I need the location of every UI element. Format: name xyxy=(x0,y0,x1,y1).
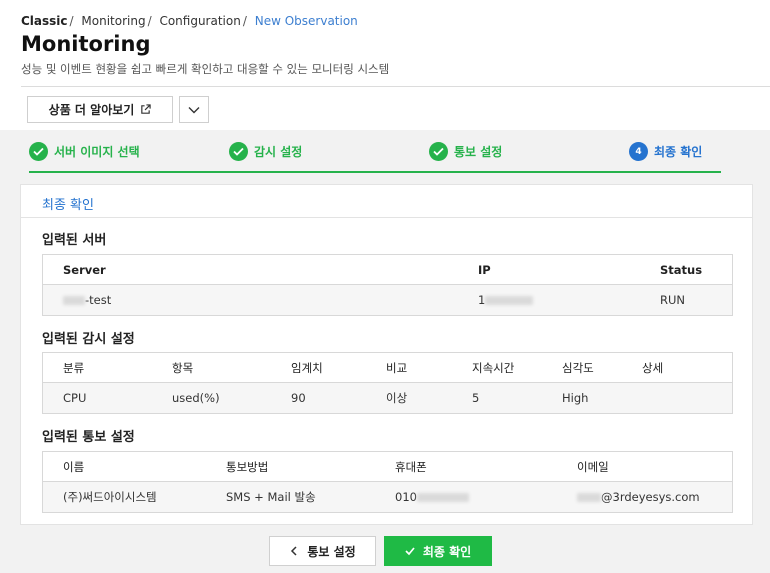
column-header: 분류 xyxy=(63,361,85,375)
redacted-text xyxy=(577,493,601,502)
column-header: 임계치 xyxy=(291,361,323,375)
table-header: Server IP Status xyxy=(43,255,732,285)
column-header: 상세 xyxy=(642,361,664,375)
breadcrumb: Classic / Monitoring / Configuration / New … xyxy=(21,14,358,28)
notify-table: 이름 통보방법 휴대폰 이메일 (주)써드아이시스템 SMS + Mail 발송… xyxy=(42,451,733,513)
method-cell: SMS + Mail 발송 xyxy=(226,490,316,504)
notify-section-title: 입력된 통보 설정 xyxy=(42,430,135,445)
severity-cell: High xyxy=(562,391,589,405)
check-icon xyxy=(229,142,248,161)
phone-cell: 010 xyxy=(395,482,469,512)
breadcrumb-item-configuration[interactable]: Configuration xyxy=(159,14,240,28)
step-label: 통보 설정 xyxy=(454,145,503,159)
name-cell: (주)써드아이시스템 xyxy=(63,490,157,504)
column-header: 휴대폰 xyxy=(395,460,427,474)
breadcrumb-item-current[interactable]: New Observation xyxy=(255,14,358,28)
card-divider xyxy=(21,217,752,218)
external-link-icon xyxy=(141,104,151,114)
final-confirm-card: 최종 확인 입력된 서버 Server IP Status -test 1 RU… xyxy=(20,184,753,525)
redacted-text xyxy=(63,296,85,305)
column-header: 통보방법 xyxy=(226,460,269,474)
redacted-text xyxy=(485,296,534,305)
step-wizard: 서버 이미지 선택 감시 설정 통보 설정 4 최종 확인 xyxy=(29,138,721,174)
breadcrumb-separator: / xyxy=(147,14,152,28)
table-row: CPU used(%) 90 이상 5 High xyxy=(43,383,732,413)
column-header: IP xyxy=(478,263,491,277)
table-header: 분류 항목 임계치 비교 지속시간 심각도 상세 xyxy=(43,353,732,383)
breadcrumb-item-monitoring[interactable]: Monitoring xyxy=(81,14,145,28)
column-header: 이름 xyxy=(63,460,85,474)
duration-cell: 5 xyxy=(472,391,480,405)
learn-more-dropdown-button[interactable] xyxy=(179,96,209,123)
table-row: -test 1 RUN xyxy=(43,285,732,315)
compare-cell: 이상 xyxy=(386,391,408,405)
column-header: 비교 xyxy=(386,361,408,375)
step-progress-bar xyxy=(29,171,721,173)
breadcrumb-separator: / xyxy=(242,14,247,28)
breadcrumb-item-classic[interactable]: Classic xyxy=(21,14,68,28)
server-table: Server IP Status -test 1 RUN xyxy=(42,254,733,316)
card-title: 최종 확인 xyxy=(42,198,94,213)
column-header: 심각도 xyxy=(562,361,594,375)
monitor-section-title: 입력된 감시 설정 xyxy=(42,332,135,347)
confirm-button-label: 최종 확인 xyxy=(422,544,472,559)
monitor-table: 분류 항목 임계치 비교 지속시간 심각도 상세 CPU used(%) 90 … xyxy=(42,352,733,414)
threshold-cell: 90 xyxy=(291,391,306,405)
back-button-label: 통보 설정 xyxy=(307,544,356,559)
learn-more-label: 상품 더 알아보기 xyxy=(48,103,135,117)
server-status-cell: RUN xyxy=(660,293,686,307)
column-header: 항목 xyxy=(172,361,194,375)
check-icon xyxy=(429,142,448,161)
step-notification-settings[interactable]: 통보 설정 xyxy=(429,142,502,161)
step-label: 감시 설정 xyxy=(254,145,303,159)
column-header: Server xyxy=(63,263,106,277)
table-header: 이름 통보방법 휴대폰 이메일 xyxy=(43,452,732,482)
final-confirm-button[interactable]: 최종 확인 xyxy=(384,536,492,566)
category-cell: CPU xyxy=(63,391,87,405)
page-subtitle: 성능 및 이벤트 현황을 쉽고 빠르게 확인하고 대응할 수 있는 모니터링 시… xyxy=(21,62,390,76)
server-name-cell: -test xyxy=(63,285,111,315)
check-icon xyxy=(29,142,48,161)
step-label: 최종 확인 xyxy=(654,145,703,159)
page-title: Monitoring xyxy=(21,32,151,56)
email-cell: @3rdeyesys.com xyxy=(577,482,700,512)
step-server-image[interactable]: 서버 이미지 선택 xyxy=(29,142,140,161)
redacted-text xyxy=(416,493,469,502)
server-section-title: 입력된 서버 xyxy=(42,233,107,248)
server-name-text: -test xyxy=(85,293,112,307)
step-monitor-settings[interactable]: 감시 설정 xyxy=(229,142,302,161)
header-divider xyxy=(21,86,770,87)
step-final-confirm[interactable]: 4 최종 확인 xyxy=(629,142,702,161)
breadcrumb-separator: / xyxy=(69,14,74,28)
table-row: (주)써드아이시스템 SMS + Mail 발송 010 @3rdeyesys.… xyxy=(43,482,732,512)
phone-text: 010 xyxy=(395,490,417,504)
check-icon xyxy=(405,547,415,556)
column-header: 지속시간 xyxy=(472,361,515,375)
server-ip-text: 1 xyxy=(478,293,486,307)
column-header: Status xyxy=(660,263,703,277)
step-label: 서버 이미지 선택 xyxy=(54,145,140,159)
server-ip-cell: 1 xyxy=(478,285,534,315)
column-header: 이메일 xyxy=(577,460,609,474)
learn-more-button[interactable]: 상품 더 알아보기 xyxy=(27,96,173,123)
back-to-notification-button[interactable]: 통보 설정 xyxy=(269,536,376,566)
step-number-badge: 4 xyxy=(629,142,648,161)
chevron-left-icon xyxy=(291,546,297,556)
item-cell: used(%) xyxy=(172,391,220,405)
chevron-down-icon xyxy=(188,106,200,113)
email-text: @3rdeyesys.com xyxy=(601,490,700,504)
